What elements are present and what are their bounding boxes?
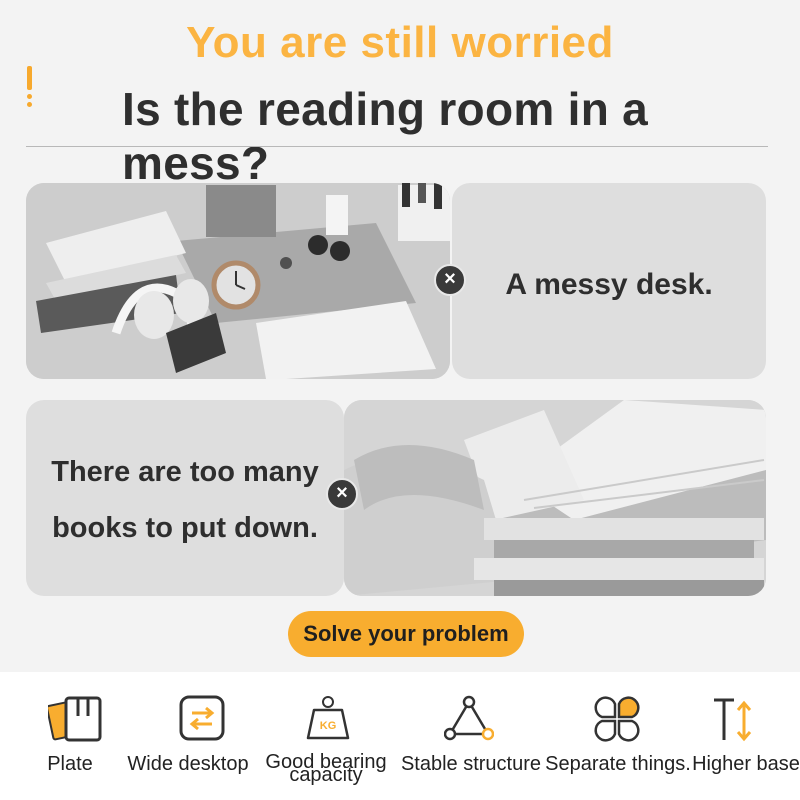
feature-label: Stable structure [400,753,542,775]
plate-icon [48,696,102,742]
open-books-illustration [344,400,766,596]
close-icon: × [434,264,466,296]
triangle-structure-icon [444,695,494,741]
problem-section: You are still worried Is the reading roo… [0,0,800,672]
messy-desk-caption: A messy desk. [505,268,713,301]
books-caption-line1: There are too many [51,456,319,488]
feature-label: Plate [47,753,93,775]
feature-label: Separate things. [545,753,691,775]
feature-higher-base: Higher base [692,672,800,800]
messy-desk-photo [26,183,450,379]
kg-icon-text: KG [320,720,337,732]
separate-leaves-icon [594,696,640,742]
messy-desk-illustration [26,183,450,379]
feature-bar: Plate Wide desktop KG Good bearing capac… [0,672,800,800]
books-photo [344,400,766,596]
feature-wide-desktop: Wide desktop [122,672,254,800]
feature-label: Good bearing capacity [265,751,387,786]
feature-separate-things: Separate things. [544,672,692,800]
exclamation-icon [24,66,36,110]
books-caption-line2: books to put down. [52,512,318,544]
solve-problem-button[interactable]: Solve your problem [288,611,524,657]
wide-desktop-icon [179,695,225,741]
headline-main: Is the reading room in a mess? [122,83,649,189]
feature-stable-structure: Stable structure [398,672,544,800]
feature-label: Wide desktop [127,753,249,775]
feature-label: Higher base [692,753,800,775]
headline-top: You are still worried [186,18,614,67]
height-icon [714,698,752,742]
feature-plate: Plate [30,672,110,800]
books-card [26,400,344,596]
feature-bearing-capacity: KG Good bearing capacity [262,672,390,800]
kg-weight-icon: KG [306,696,350,740]
close-icon: × [326,478,358,510]
divider [26,146,768,147]
